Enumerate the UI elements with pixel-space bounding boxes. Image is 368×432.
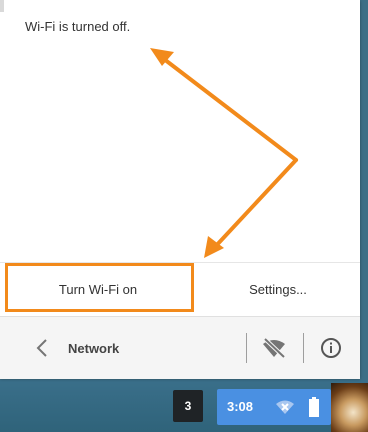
notification-badge[interactable]: 3 — [173, 390, 203, 422]
system-status-area[interactable]: 3:08 — [217, 389, 331, 425]
clock: 3:08 — [227, 399, 254, 414]
annotation-arrows — [150, 48, 298, 258]
user-avatar-image[interactable] — [331, 383, 368, 432]
wifi-disabled-icon — [275, 399, 295, 415]
battery-icon — [309, 397, 319, 417]
